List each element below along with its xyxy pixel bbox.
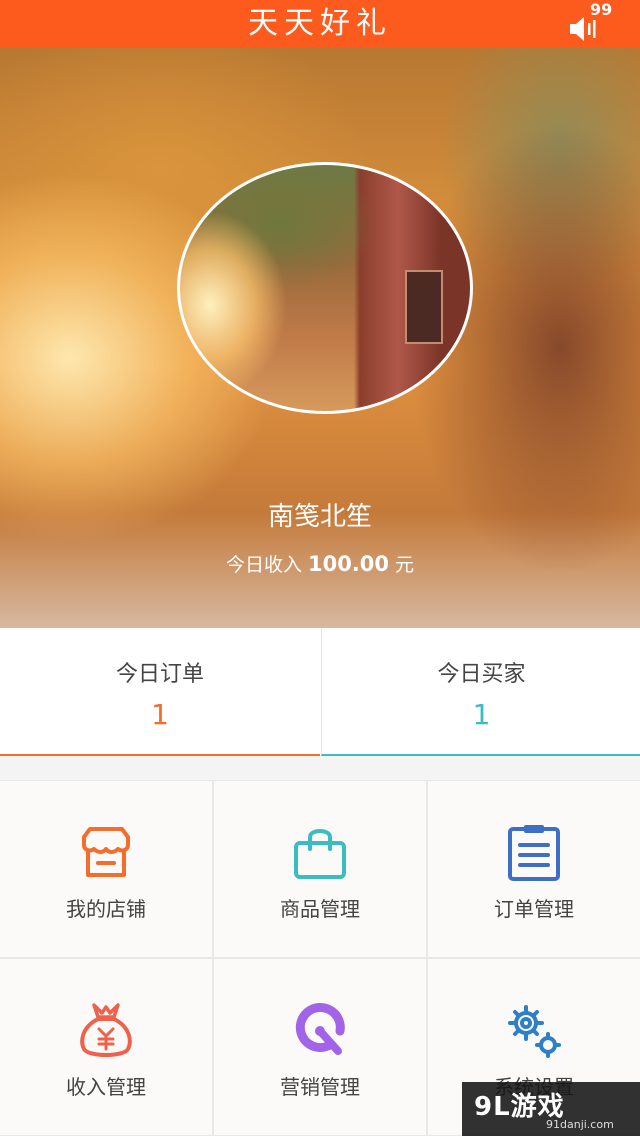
income-label: 今日收入 [225,554,302,576]
menu-label: 我的店铺 [66,897,146,921]
app-title: 天天好礼 [248,6,392,41]
today-orders-tab[interactable]: 今日订单 1 [0,628,320,756]
store-icon [82,827,130,877]
menu-product-management[interactable]: 商品管理 [214,781,426,957]
app-header: 天天好礼 99 [0,0,640,48]
notification-badge: 99 [590,0,613,19]
today-orders-value: 1 [151,698,169,731]
menu-label: 订单管理 [494,897,574,921]
menu-order-management[interactable]: 订单管理 [428,781,640,957]
menu-label: 收入管理 [66,1075,146,1099]
today-stats: 今日订单 1 今日买家 1 [0,628,640,756]
today-income: 今日收入 100.00 元 [0,550,640,577]
menu-label: 营销管理 [280,1075,360,1099]
income-unit: 元 [395,554,415,576]
avatar-image-window [405,270,443,344]
watermark-url: 91danji.com [546,1118,614,1131]
marketing-icon [295,1003,345,1055]
avatar[interactable] [177,162,473,414]
menu-marketing-management[interactable]: 营销管理 [214,959,426,1135]
shopping-bag-icon [294,829,346,879]
today-buyers-label: 今日买家 [437,662,526,687]
site-watermark: 9L游戏 91danji.com [462,1082,640,1136]
today-orders-label: 今日订单 [115,662,204,687]
income-amount: 100.00 [307,552,390,576]
shop-name: 南笺北笙 [267,502,372,532]
money-bag-icon [80,1003,132,1057]
menu-income-management[interactable]: 收入管理 [0,959,212,1135]
clipboard-list-icon [508,825,560,881]
today-buyers-value: 1 [472,698,491,731]
menu-label: 商品管理 [280,897,360,921]
profile-banner: 南笺北笙 今日收入 100.00 元 [0,48,640,628]
today-buyers-tab[interactable]: 今日买家 1 [321,628,640,756]
gears-icon [508,1005,561,1058]
menu-my-store[interactable]: 我的店铺 [0,781,212,957]
